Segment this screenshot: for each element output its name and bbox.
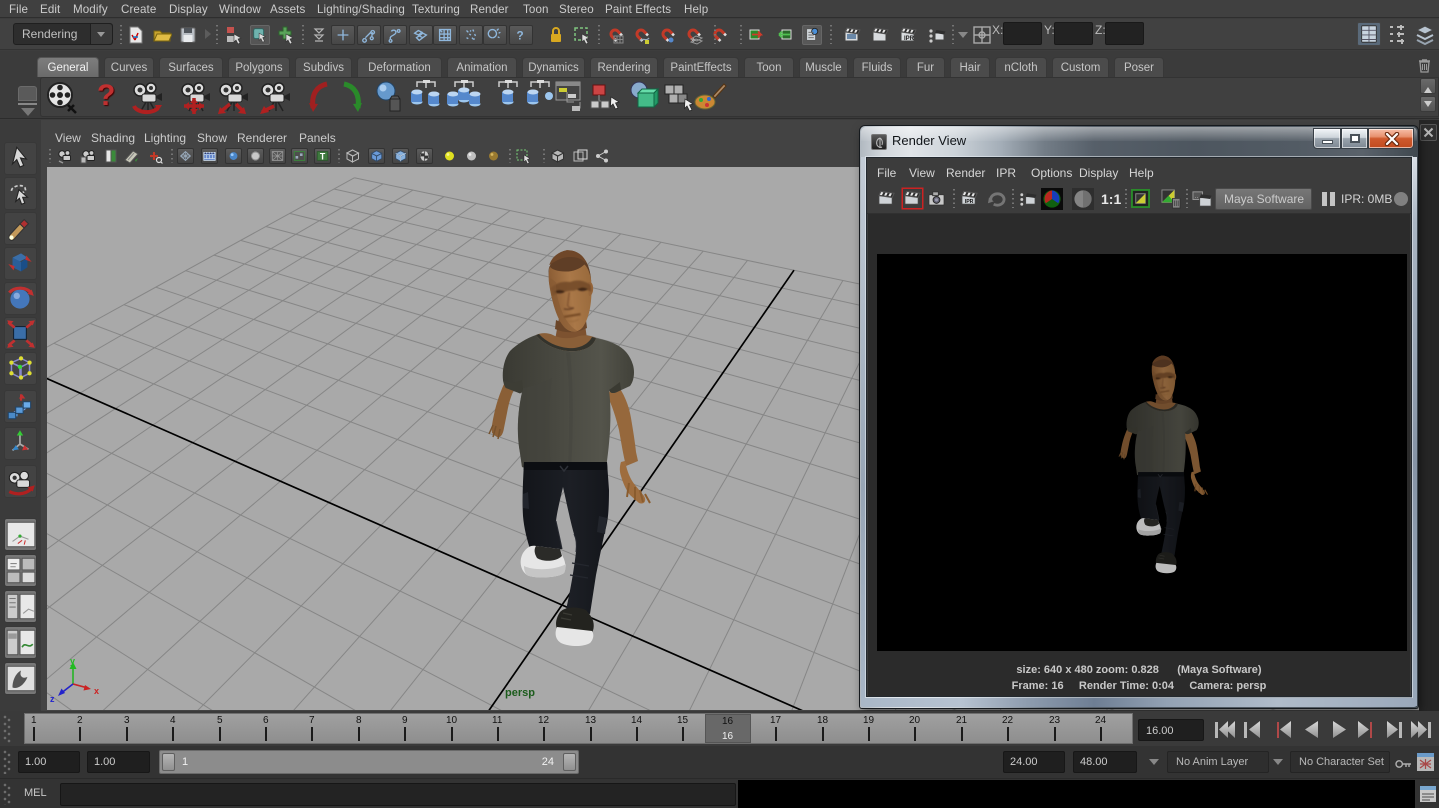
svg-text:z: z — [50, 694, 55, 704]
svg-text:?: ? — [517, 30, 524, 43]
svg-text:T: T — [320, 152, 326, 162]
svg-text:y: y — [70, 656, 75, 666]
svg-text:x: x — [94, 686, 99, 696]
svg-text:IPR: IPR — [965, 199, 974, 205]
svg-text:..: .. — [1195, 194, 1199, 200]
svg-text:IPR: IPR — [904, 36, 915, 42]
